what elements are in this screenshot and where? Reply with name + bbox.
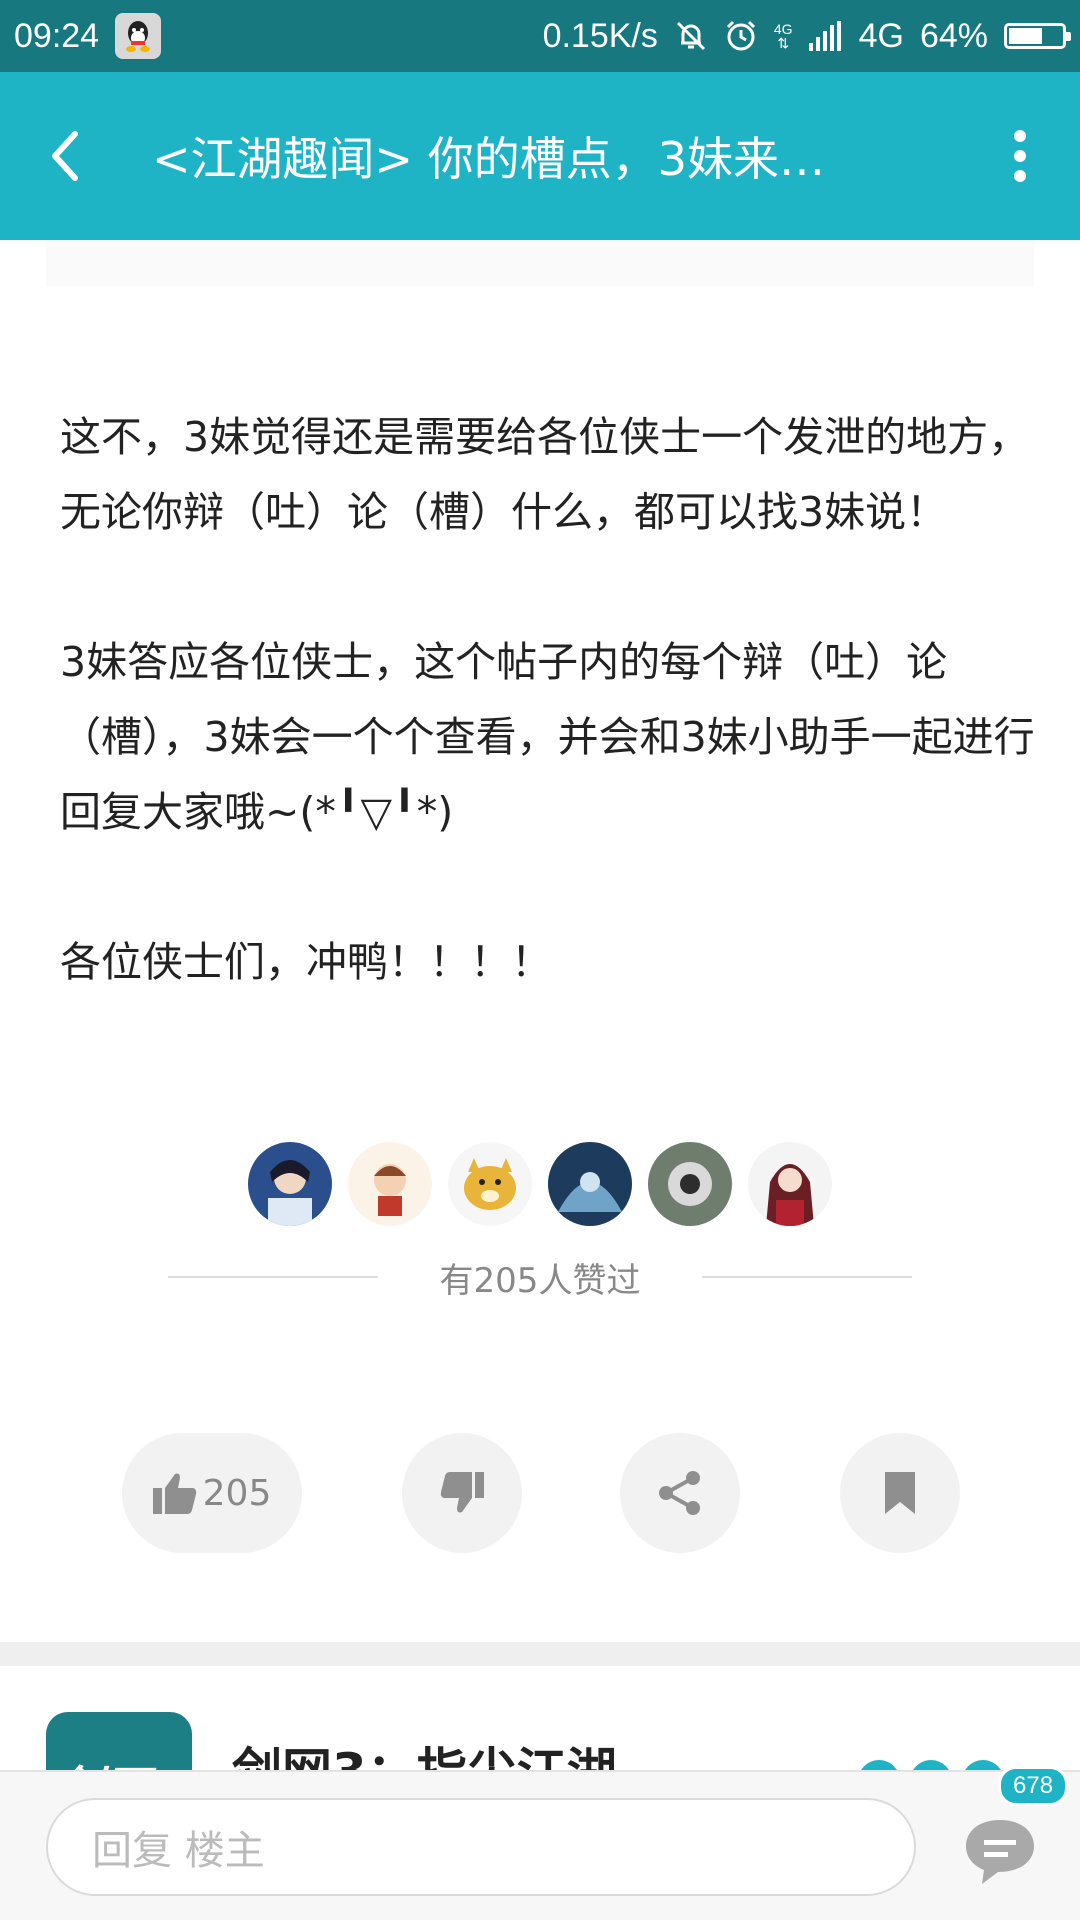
bookmark-icon xyxy=(885,1472,915,1514)
avatar[interactable] xyxy=(548,1142,632,1226)
signal-icon xyxy=(808,21,843,51)
share-icon xyxy=(659,1471,700,1515)
network-speed: 0.15K/s xyxy=(542,16,658,55)
reply-input[interactable]: 回复 楼主 xyxy=(46,1798,916,1896)
post-paragraph: 各位侠士们，冲鸭！！！！ xyxy=(60,938,552,986)
status-time: 09:24 xyxy=(14,16,100,55)
thumbs-up-icon xyxy=(152,1473,196,1514)
back-arrow-icon xyxy=(52,131,78,181)
post-body: 这不，3妹觉得还是需要给各位侠士一个发泄的地方，无论你辩（吐）论（槽）什么，都可… xyxy=(60,400,1040,1000)
post-paragraph: 3妹答应各位侠士，这个帖子内的每个辩（吐）论（槽），3妹会一个个查看，并会和3妹… xyxy=(60,638,1035,836)
like-count: 205 xyxy=(202,1472,272,1514)
avatar[interactable] xyxy=(248,1142,332,1226)
likes-summary: 有205人赞过 xyxy=(0,1252,1080,1302)
network-type: 4G xyxy=(858,16,904,55)
app-bar: <江湖趣闻> 你的槽点，3妹来… xyxy=(0,72,1080,240)
previous-card-edge xyxy=(46,240,1034,286)
likes-summary-text: 有205人赞过 xyxy=(439,1260,641,1301)
dislike-button[interactable] xyxy=(402,1433,522,1553)
comment-count-badge: 678 xyxy=(998,1766,1069,1806)
more-vertical-icon xyxy=(1014,130,1026,182)
alarm-icon xyxy=(724,19,758,53)
mute-bell-icon xyxy=(674,19,708,53)
comments-button[interactable] xyxy=(962,1812,1038,1888)
avatar[interactable] xyxy=(648,1142,732,1226)
status-bar: 09:24 0.15K/s 4G ⇅ 4G 64% xyxy=(0,0,1080,72)
avatar[interactable] xyxy=(748,1142,832,1226)
thumbs-down-icon xyxy=(440,1472,484,1513)
qq-notification-icon xyxy=(115,13,162,59)
divider-line xyxy=(167,1276,378,1278)
data-arrows-icon: 4G ⇅ xyxy=(773,21,793,51)
reply-bar: 回复 楼主 678 xyxy=(0,1766,1080,1920)
battery-icon xyxy=(1004,23,1071,49)
share-button[interactable] xyxy=(620,1433,740,1553)
more-options-button[interactable] xyxy=(960,72,1080,240)
post-paragraph: 这不，3妹觉得还是需要给各位侠士一个发泄的地方，无论你辩（吐）论（槽）什么，都可… xyxy=(60,413,1030,536)
liker-avatars[interactable] xyxy=(0,1142,1080,1226)
bookmark-button[interactable] xyxy=(840,1433,960,1553)
avatar[interactable] xyxy=(448,1142,532,1226)
post-actions: 205 xyxy=(0,1433,1080,1553)
page-title: <江湖趣闻> 你的槽点，3妹来… xyxy=(152,132,825,186)
network-type-small: 4G xyxy=(773,21,793,37)
avatar[interactable] xyxy=(348,1142,432,1226)
back-button[interactable] xyxy=(0,72,130,240)
comment-icon xyxy=(966,1820,1034,1884)
divider-line xyxy=(702,1276,913,1278)
like-button[interactable]: 205 xyxy=(122,1433,302,1553)
battery-percent: 64% xyxy=(919,16,988,55)
section-divider xyxy=(0,1642,1080,1666)
